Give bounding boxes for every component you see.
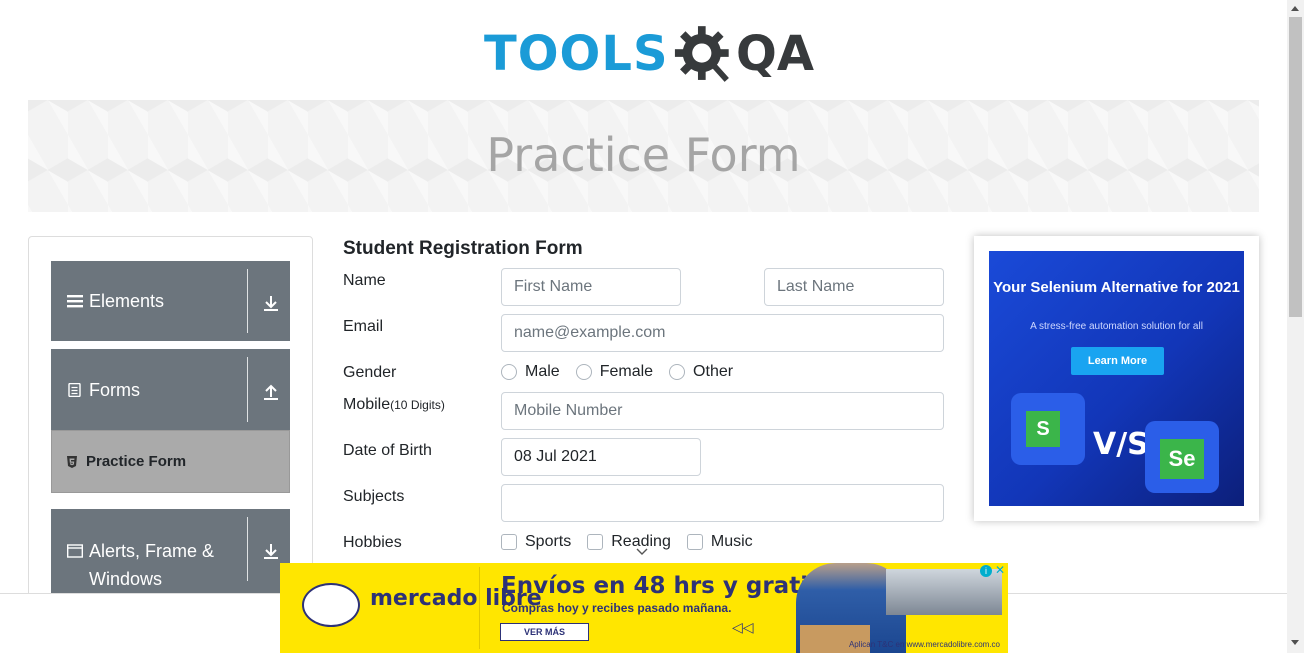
versus-text: V/S xyxy=(1093,427,1149,462)
radio-button[interactable] xyxy=(669,364,686,380)
form-title: Student Registration Form xyxy=(343,238,583,259)
hamburger-icon xyxy=(67,295,83,308)
ad-headline: Envíos en 48 hrs y gratis xyxy=(501,573,822,599)
upload-arrow-icon[interactable] xyxy=(262,383,280,401)
gender-label: Gender xyxy=(343,364,397,381)
hobbies-label: Hobbies xyxy=(343,534,402,551)
ad-headline: Your Selenium Alternative for 2021 xyxy=(993,279,1240,296)
window-icon xyxy=(67,544,83,558)
radio-label: Female xyxy=(599,363,654,380)
divider xyxy=(479,567,480,649)
date-of-birth-input[interactable] xyxy=(501,438,701,476)
name-label: Name xyxy=(343,272,386,289)
logo-text-tools: TOOLS xyxy=(484,26,669,82)
sidebar-item-label: Practice Form xyxy=(86,453,187,470)
download-arrow-icon[interactable] xyxy=(262,542,280,560)
mobile-hint: (10 Digits) xyxy=(390,398,445,412)
mobile-label-text: Mobile xyxy=(343,396,391,413)
katalon-logo-tile: S xyxy=(1011,393,1085,465)
page-banner: Practice Form xyxy=(28,100,1259,212)
hobby-option-music[interactable]: Music xyxy=(686,533,753,551)
sidebar-group-label: Alerts, Frame & Windows xyxy=(89,541,215,589)
ad-legal-text: Aplican T&C en www.mercadolibre.com.co xyxy=(848,640,1000,649)
toolsqa-logo[interactable]: TOOLS QA xyxy=(484,16,814,92)
sidebar-group-label: Elements xyxy=(89,291,165,311)
hobby-option-sports[interactable]: Sports xyxy=(501,533,571,551)
divider xyxy=(247,269,248,333)
ver-mas-button[interactable]: VER MÁS xyxy=(500,623,589,641)
mobile-number-input[interactable] xyxy=(501,392,944,430)
radio-label: Other xyxy=(693,363,734,380)
gender-option-other[interactable]: Other xyxy=(669,363,733,381)
mobile-label: Mobile(10 Digits) xyxy=(343,396,445,414)
side-advertisement[interactable]: Your Selenium Alternative for 2021 A str… xyxy=(974,236,1259,521)
checkbox-label: Sports xyxy=(525,533,572,550)
scroll-up-arrow-icon[interactable] xyxy=(1291,6,1299,11)
katalon-logo-icon: S xyxy=(1026,411,1060,447)
scrollbar-thumb[interactable] xyxy=(1289,17,1302,317)
selenium-logo-tile: Se xyxy=(1145,421,1219,493)
email-label: Email xyxy=(343,318,384,335)
rewind-icon[interactable]: ◁◁ xyxy=(732,619,754,636)
checkbox[interactable] xyxy=(501,534,517,550)
ad-close-icon[interactable]: ✕ xyxy=(994,564,1006,576)
radio-button[interactable] xyxy=(575,364,592,380)
chevron-down-icon[interactable] xyxy=(636,548,648,556)
checkbox[interactable] xyxy=(587,534,604,550)
gender-radio-group: Male Female Other xyxy=(501,363,749,381)
ad-info-icon[interactable]: i xyxy=(980,565,992,577)
sidebar-group-label: Forms xyxy=(89,379,140,400)
first-name-input[interactable] xyxy=(501,268,681,306)
ad-creative[interactable]: Your Selenium Alternative for 2021 A str… xyxy=(989,251,1244,506)
email-input[interactable] xyxy=(501,314,944,352)
sidebar-item-practice-form[interactable]: Practice Form xyxy=(51,430,290,493)
scroll-down-arrow-icon[interactable] xyxy=(1291,640,1299,645)
left-sidebar: Elements Forms Practice Form Alerts, Fra… xyxy=(28,236,313,617)
vertical-scrollbar[interactable] xyxy=(1287,0,1304,653)
gender-option-male[interactable]: Male xyxy=(501,363,560,381)
last-name-input[interactable] xyxy=(764,268,944,306)
ad-subline: Compras hoy y recibes pasado mañana. xyxy=(502,601,732,615)
learn-more-button[interactable]: Learn More xyxy=(1071,347,1164,375)
hobbies-checkbox-group: Sports Reading Music xyxy=(501,533,769,551)
checkbox-label: Music xyxy=(710,533,753,550)
gear-icon xyxy=(674,26,729,82)
logo-text-qa: QA xyxy=(736,26,814,82)
divider xyxy=(247,517,248,581)
download-arrow-icon[interactable] xyxy=(262,294,280,312)
gender-option-female[interactable]: Female xyxy=(575,363,654,381)
subjects-input[interactable] xyxy=(501,484,944,522)
sidebar-group-forms[interactable]: Forms xyxy=(51,349,290,430)
radio-label: Male xyxy=(525,363,560,380)
dob-label: Date of Birth xyxy=(343,442,432,459)
divider xyxy=(247,357,248,422)
document-icon xyxy=(68,382,81,397)
selenium-logo-icon: Se xyxy=(1160,439,1204,479)
sidebar-group-elements[interactable]: Elements xyxy=(51,261,290,341)
bottom-advertisement[interactable]: mercado libre Envíos en 48 hrs y gratis … xyxy=(280,563,1008,653)
mercado-libre-logo-icon xyxy=(302,583,360,627)
page-title: Practice Form xyxy=(486,128,801,182)
html5-icon xyxy=(67,455,77,468)
checkbox[interactable] xyxy=(686,534,703,550)
subjects-label: Subjects xyxy=(343,488,405,505)
ad-subline: A stress-free automation solution for al… xyxy=(1030,321,1203,332)
hobby-option-reading[interactable]: Reading xyxy=(587,533,671,551)
radio-button[interactable] xyxy=(501,364,517,380)
